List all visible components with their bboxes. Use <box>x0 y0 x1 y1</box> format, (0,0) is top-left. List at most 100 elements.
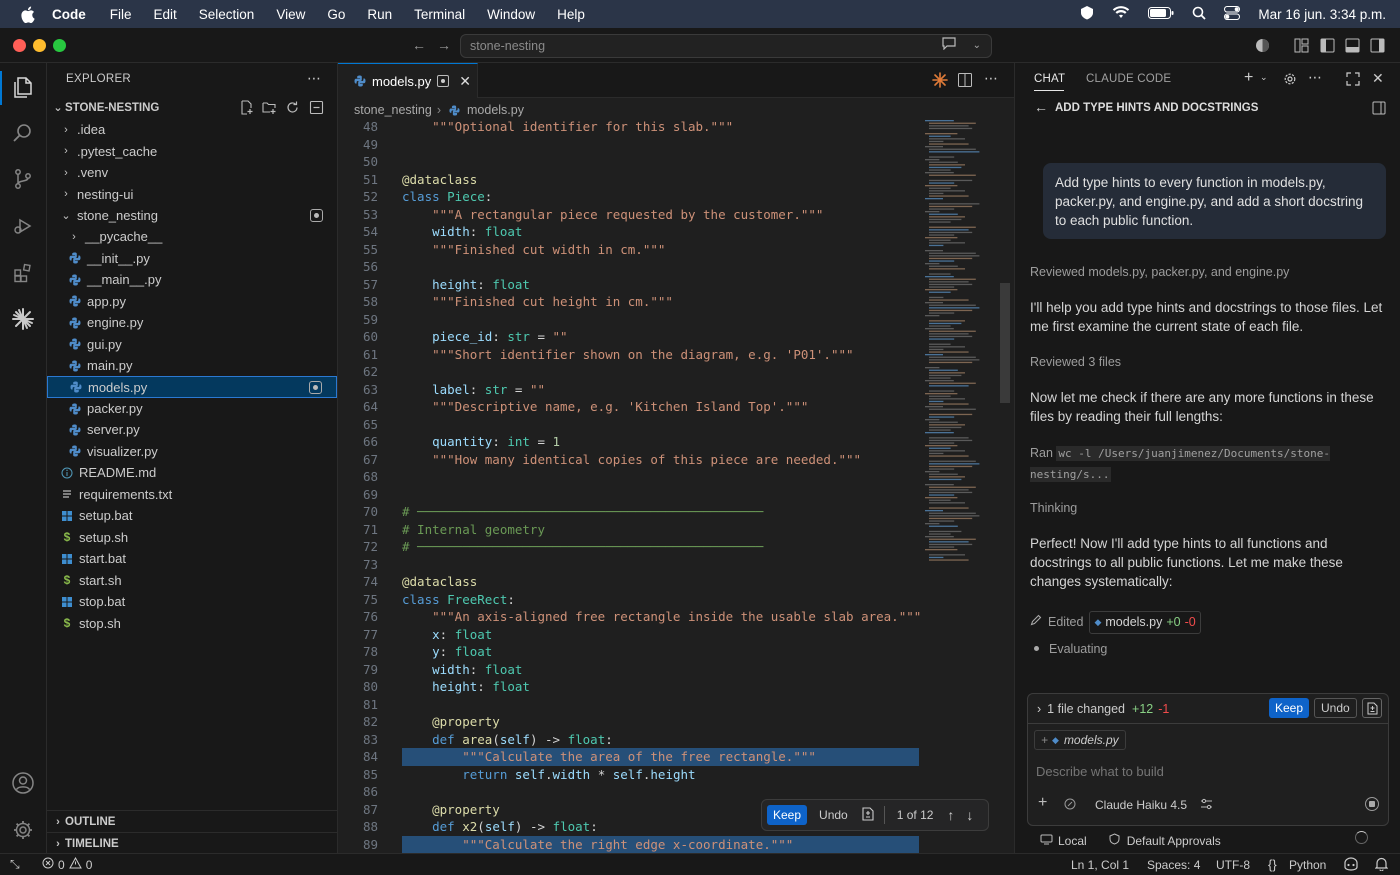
tree-item[interactable]: ⌄ stone_nesting <box>47 205 337 226</box>
code-line[interactable]: 72 # ────────────────────────────────────… <box>338 538 1014 556</box>
model-selector[interactable]: Claude Haiku 4.5 <box>1095 798 1187 812</box>
code-line[interactable]: 68 <box>338 468 1014 486</box>
tree-item[interactable]: › .pytest_cache <box>47 140 337 161</box>
code-line[interactable]: 61 """Short identifier shown on the diag… <box>338 346 1014 364</box>
tab-chat[interactable]: CHAT <box>1034 73 1065 85</box>
edited-file-chip[interactable]: ◆ models.py +0 -0 <box>1089 611 1201 634</box>
more-actions-icon[interactable]: ⋯ <box>1308 69 1322 86</box>
tree-item[interactable]: visualizer.py <box>47 441 337 462</box>
tree-item[interactable]: › nesting-ui <box>47 183 337 204</box>
code-line[interactable]: 48 """Optional identifier for this slab.… <box>338 118 1014 136</box>
layout-customize-icon[interactable] <box>1294 38 1309 56</box>
menu-help[interactable]: Help <box>557 7 585 22</box>
code-line[interactable]: 80 height: float <box>338 678 1014 696</box>
minimap[interactable] <box>923 118 998 568</box>
tree-item[interactable]: start.bat <box>47 548 337 569</box>
more-actions-icon[interactable]: ⋯ <box>984 70 998 87</box>
encoding[interactable]: UTF-8 <box>1216 858 1250 872</box>
shield-icon[interactable] <box>1080 5 1094 23</box>
menu-terminal[interactable]: Terminal <box>414 7 465 22</box>
tree-item[interactable]: README.md <box>47 462 337 483</box>
close-icon[interactable]: ✕ <box>1372 70 1384 87</box>
arrow-left-icon[interactable]: ← <box>1034 99 1048 115</box>
tree-item[interactable]: › __pycache__ <box>47 226 337 247</box>
code-line[interactable]: 53 """A rectangular piece requested by t… <box>338 206 1014 224</box>
code-line[interactable]: 70 # ────────────────────────────────────… <box>338 503 1014 521</box>
open-diff-icon[interactable] <box>862 806 874 824</box>
code-line[interactable]: 62 <box>338 363 1014 381</box>
code-line[interactable]: 89 """Calculate the right edge x-coordin… <box>338 835 1014 853</box>
account-icon[interactable] <box>10 770 36 796</box>
remote-icon[interactable]: ⤡ <box>10 857 20 872</box>
code-line[interactable]: 77 x: float <box>338 626 1014 644</box>
tree-item[interactable]: gui.py <box>47 334 337 355</box>
code-line[interactable]: 79 width: float <box>338 661 1014 679</box>
code-line[interactable]: 71 # Internal geometry <box>338 521 1014 539</box>
tree-item[interactable]: stop.bat <box>47 591 337 612</box>
code-line[interactable]: 51 @dataclass <box>338 171 1014 189</box>
code-line[interactable]: 66 quantity: int = 1 <box>338 433 1014 451</box>
copilot-icon[interactable] <box>1343 857 1359 874</box>
extensions-icon[interactable] <box>10 260 36 286</box>
add-icon[interactable]: + <box>1038 794 1047 812</box>
tree-item[interactable]: $ stop.sh <box>47 612 337 633</box>
code-line[interactable]: 52 class Piece: <box>338 188 1014 206</box>
add-context-icon[interactable]: + <box>1041 733 1048 747</box>
code-line[interactable]: 60 piece_id: str = "" <box>338 328 1014 346</box>
claude-icon[interactable] <box>932 72 948 91</box>
settings-sliders-icon[interactable] <box>1200 798 1213 813</box>
code-line[interactable]: 78 y: float <box>338 643 1014 661</box>
settings-gear-icon[interactable] <box>10 817 36 843</box>
battery-icon[interactable] <box>1148 6 1174 22</box>
chat-toggle-icon[interactable] <box>941 35 957 57</box>
code-line[interactable]: 69 <box>338 486 1014 504</box>
apple-icon[interactable] <box>18 5 36 23</box>
reviewed-step[interactable]: Reviewed models.py, packer.py, and engin… <box>1030 263 1392 282</box>
collapse-all-icon[interactable] <box>309 100 324 118</box>
toggle-panel-icon[interactable] <box>1345 38 1360 56</box>
code-line[interactable]: 74 @dataclass <box>338 573 1014 591</box>
chat-prompt-input[interactable] <box>1036 760 1376 782</box>
breadcrumb-folder[interactable]: stone_nesting <box>354 103 432 117</box>
code-line[interactable]: 83 def area(self) -> float: <box>338 731 1014 749</box>
code-line[interactable]: 75 class FreeRect: <box>338 591 1014 609</box>
problems-indicator[interactable]: 0 0 <box>42 856 92 872</box>
indentation[interactable]: Spaces: 4 <box>1147 858 1200 872</box>
approvals-button[interactable]: Default Approvals <box>1127 834 1221 848</box>
source-control-icon[interactable] <box>10 166 36 192</box>
code-line[interactable]: 76 """An axis-aligned free rectangle ins… <box>338 608 1014 626</box>
undo-change-button[interactable]: Undo <box>819 808 848 822</box>
chevron-down-icon[interactable]: ⌄ <box>1260 72 1268 83</box>
timeline-section[interactable]: › TIMELINE <box>47 832 337 854</box>
keep-change-button[interactable]: Keep <box>767 805 808 825</box>
split-editor-icon[interactable] <box>957 72 973 91</box>
code-line[interactable]: 81 <box>338 696 1014 714</box>
undo-all-button[interactable]: Undo <box>1314 698 1357 718</box>
chevron-down-icon[interactable]: ⌄ <box>973 35 981 57</box>
tree-item[interactable]: › .venv <box>47 162 337 183</box>
code-line[interactable]: 50 <box>338 153 1014 171</box>
code-line[interactable]: 64 """Descriptive name, e.g. 'Kitchen Is… <box>338 398 1014 416</box>
context-file-chip[interactable]: + ◆ models.py <box>1034 730 1126 750</box>
tree-item[interactable]: packer.py <box>47 398 337 419</box>
tree-item[interactable]: main.py <box>47 355 337 376</box>
notifications-bell-icon[interactable] <box>1374 857 1389 874</box>
review-diff-icon[interactable] <box>1362 698 1382 718</box>
close-icon[interactable]: ✕ <box>459 73 471 90</box>
tree-item[interactable]: models.py <box>47 376 337 398</box>
menu-run[interactable]: Run <box>367 7 392 22</box>
outline-section[interactable]: › OUTLINE <box>47 810 337 832</box>
minimize-window-button[interactable] <box>33 39 46 52</box>
tab-models-py[interactable]: models.py ✕ <box>338 63 478 98</box>
edited-step[interactable]: Edited ◆ models.py +0 -0 <box>1030 611 1392 634</box>
stop-icon[interactable] <box>1365 797 1379 811</box>
tree-item[interactable]: __init__.py <box>47 248 337 269</box>
code-line[interactable]: 86 <box>338 783 1014 801</box>
wifi-icon[interactable] <box>1112 6 1130 22</box>
code-line[interactable]: 49 <box>338 136 1014 154</box>
maximize-icon[interactable] <box>1346 72 1360 89</box>
tools-icon[interactable] <box>1064 798 1076 813</box>
run-debug-icon[interactable] <box>10 213 36 239</box>
local-session-button[interactable]: Local <box>1058 834 1087 848</box>
arrow-left-icon[interactable]: ← <box>412 37 426 53</box>
